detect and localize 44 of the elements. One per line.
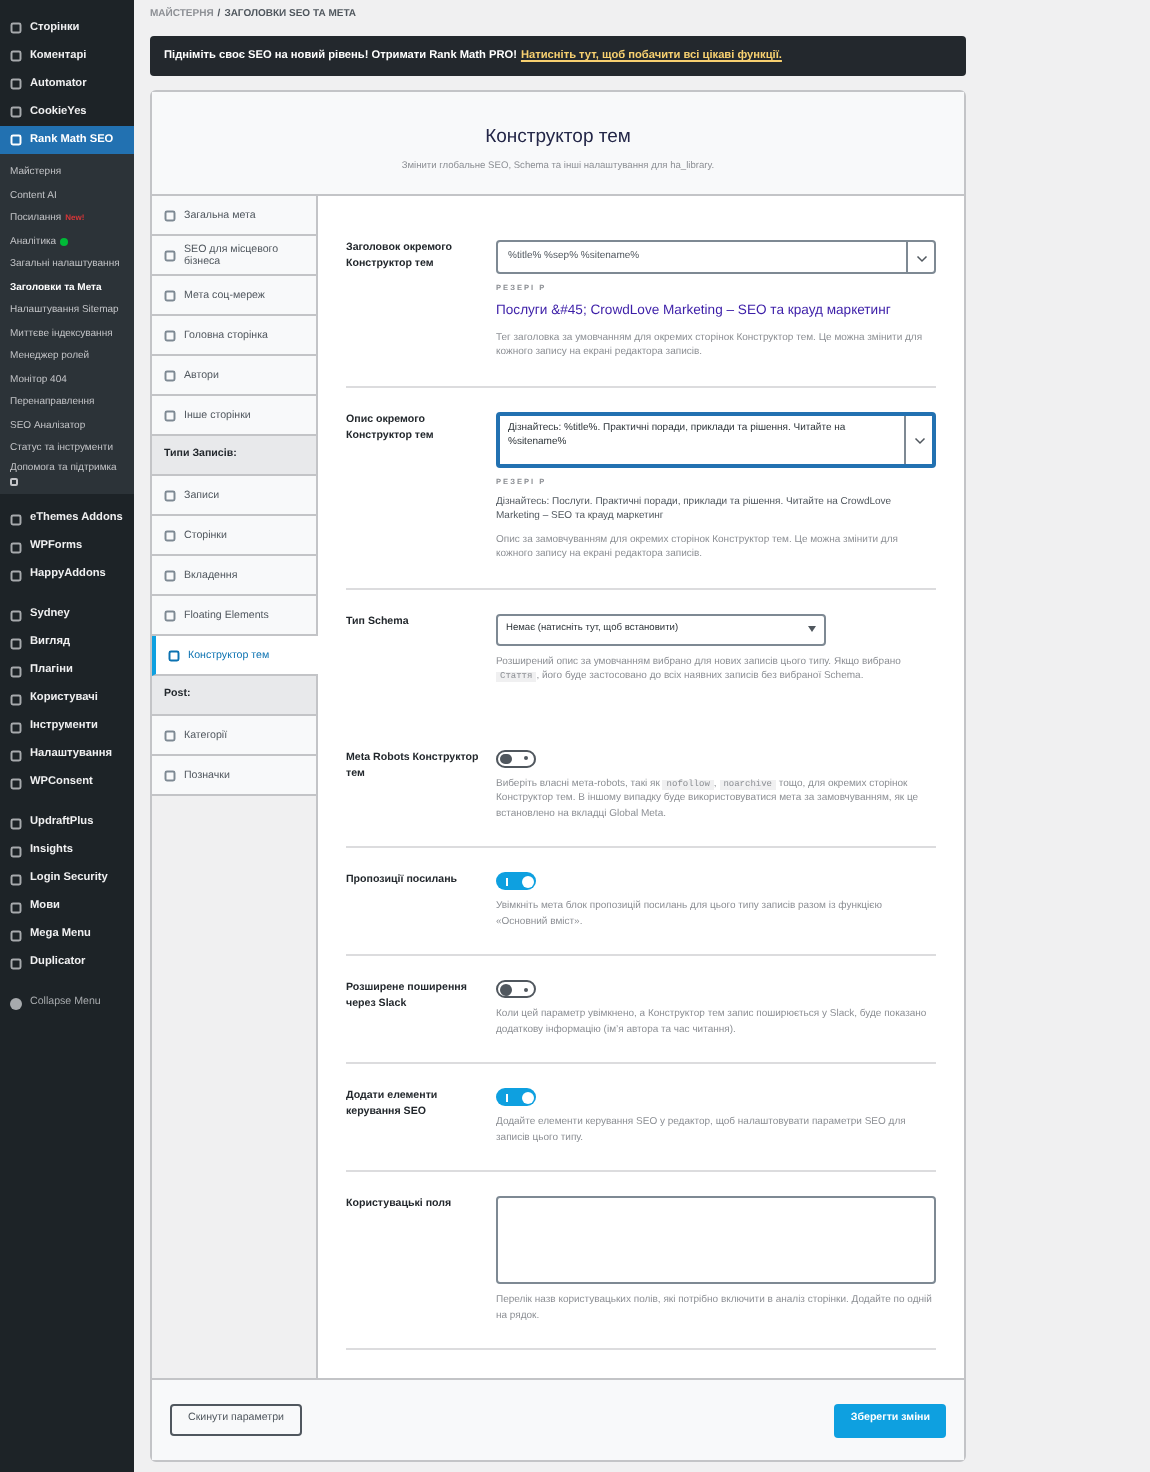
square-icon [10,693,22,705]
square-icon [164,489,176,501]
square-icon [10,929,22,941]
square-icon [164,369,176,381]
square-icon [10,665,22,677]
collapse-icon [10,997,22,1009]
toggle-switch[interactable] [496,980,536,999]
square-icon [164,409,176,421]
square-icon [164,209,176,221]
square-icon [164,729,176,741]
page-title: Конструктор тем [485,123,631,152]
square-icon [10,134,22,146]
square-icon [10,50,22,62]
square-icon [10,569,22,581]
square-icon [10,845,22,857]
toggle-switch[interactable] [496,749,536,768]
square-icon [164,249,176,261]
square-icon [10,749,22,761]
square-icon [10,637,22,649]
square-icon [168,649,180,661]
square-icon [10,817,22,829]
square-icon [164,769,176,781]
toggle-switch[interactable] [496,1088,536,1107]
square-icon [164,329,176,341]
square-icon [10,78,22,90]
square-icon [10,777,22,789]
square-icon [10,721,22,733]
square-icon [10,22,22,34]
square-icon [164,569,176,581]
dropdown-arrow-icon [808,626,816,633]
square-icon [10,106,22,118]
square-icon [10,957,22,969]
square-icon [10,873,22,885]
chevron-down-icon [913,433,925,446]
square-icon [10,513,22,525]
square-icon [10,901,22,913]
square-icon [164,289,176,301]
chevron-down-icon [915,251,927,263]
square-icon [10,609,22,621]
square-icon [164,529,176,541]
square-icon [164,609,176,621]
toggle-switch[interactable] [496,872,536,891]
textarea-field[interactable] [496,1196,936,1285]
square-icon [10,541,22,553]
